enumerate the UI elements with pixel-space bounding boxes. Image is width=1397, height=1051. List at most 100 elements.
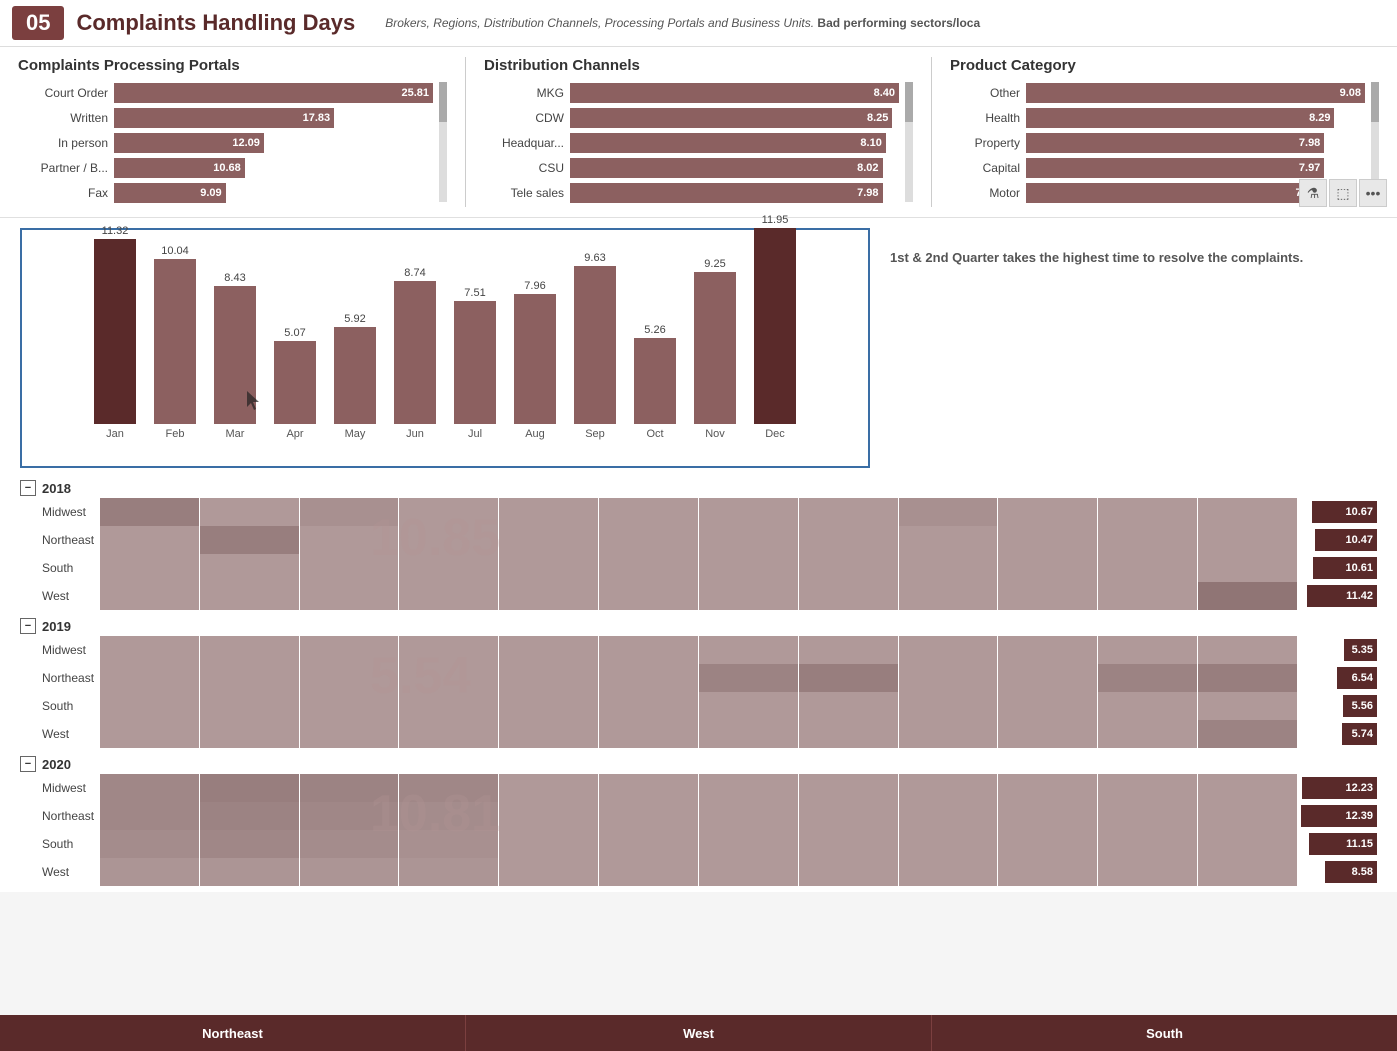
heat-cell[interactable] <box>699 830 798 858</box>
heat-cell[interactable] <box>200 664 299 692</box>
heat-cell[interactable] <box>300 582 399 610</box>
heat-cell[interactable] <box>100 830 199 858</box>
bar-column[interactable]: 10.04Feb <box>154 245 196 440</box>
heat-cell[interactable] <box>799 774 898 802</box>
heat-cell[interactable] <box>300 858 399 886</box>
heat-cell[interactable] <box>1098 858 1197 886</box>
heat-cell[interactable] <box>599 582 698 610</box>
heat-cell[interactable] <box>1198 526 1297 554</box>
heat-cell[interactable] <box>399 582 498 610</box>
heat-cell[interactable] <box>799 830 898 858</box>
heat-cell[interactable] <box>300 554 399 582</box>
heat-cell[interactable] <box>300 664 399 692</box>
heat-cell[interactable] <box>200 582 299 610</box>
bar-column[interactable]: 5.07Apr <box>274 327 316 440</box>
heat-cell[interactable] <box>699 526 798 554</box>
heat-cell[interactable] <box>100 526 199 554</box>
heat-cell[interactable] <box>599 774 698 802</box>
heat-cell[interactable] <box>599 554 698 582</box>
heat-cell[interactable] <box>998 692 1097 720</box>
heat-cell[interactable] <box>699 858 798 886</box>
heat-cell[interactable] <box>799 636 898 664</box>
heat-cell[interactable] <box>599 664 698 692</box>
heat-cell[interactable] <box>1198 830 1297 858</box>
heat-cell[interactable] <box>1198 582 1297 610</box>
heat-cell[interactable] <box>1198 664 1297 692</box>
heat-cell[interactable] <box>699 636 798 664</box>
export-button[interactable]: ⬚ <box>1329 179 1357 207</box>
bar-column[interactable]: 5.26Oct <box>634 324 676 440</box>
bar-column[interactable]: 11.95Dec <box>754 214 796 440</box>
heat-cell[interactable] <box>499 830 598 858</box>
heat-cell[interactable] <box>899 720 998 748</box>
heat-cell[interactable] <box>499 692 598 720</box>
heat-cell[interactable] <box>998 802 1097 830</box>
heat-cell[interactable] <box>399 774 498 802</box>
heat-cell[interactable] <box>499 858 598 886</box>
heat-cell[interactable] <box>799 692 898 720</box>
heat-cell[interactable] <box>300 498 399 526</box>
heat-cell[interactable] <box>699 554 798 582</box>
heat-cell[interactable] <box>200 554 299 582</box>
heat-cell[interactable] <box>200 692 299 720</box>
heat-cell[interactable] <box>899 636 998 664</box>
heat-cell[interactable] <box>300 830 399 858</box>
heat-cell[interactable] <box>200 526 299 554</box>
heat-cell[interactable] <box>699 802 798 830</box>
distribution-scrollbar[interactable] <box>905 82 913 202</box>
heat-cell[interactable] <box>1098 582 1197 610</box>
heat-cell[interactable] <box>200 774 299 802</box>
heat-cell[interactable] <box>899 526 998 554</box>
heat-cell[interactable] <box>100 664 199 692</box>
heat-cell[interactable] <box>300 774 399 802</box>
heat-cell[interactable] <box>399 526 498 554</box>
heat-cell[interactable] <box>1198 858 1297 886</box>
heat-cell[interactable] <box>1198 692 1297 720</box>
heat-cell[interactable] <box>1198 498 1297 526</box>
heat-cell[interactable] <box>599 526 698 554</box>
heat-cell[interactable] <box>799 554 898 582</box>
heat-cell[interactable] <box>300 720 399 748</box>
heat-cell[interactable] <box>399 830 498 858</box>
heat-cell[interactable] <box>1098 830 1197 858</box>
heat-cell[interactable] <box>998 720 1097 748</box>
heat-cell[interactable] <box>100 554 199 582</box>
heat-cell[interactable] <box>1098 720 1197 748</box>
heat-cell[interactable] <box>499 554 598 582</box>
heat-cell[interactable] <box>699 498 798 526</box>
heat-cell[interactable] <box>699 720 798 748</box>
heat-cell[interactable] <box>499 636 598 664</box>
heat-cell[interactable] <box>200 636 299 664</box>
heat-cell[interactable] <box>1198 554 1297 582</box>
bar-column[interactable]: 8.74Jun <box>394 267 436 440</box>
heat-cell[interactable] <box>100 858 199 886</box>
heat-cell[interactable] <box>599 498 698 526</box>
heat-cell[interactable] <box>1098 692 1197 720</box>
heat-cell[interactable] <box>1098 498 1197 526</box>
heat-cell[interactable] <box>599 858 698 886</box>
heat-cell[interactable] <box>1098 774 1197 802</box>
heat-cell[interactable] <box>399 498 498 526</box>
heat-cell[interactable] <box>200 830 299 858</box>
heat-cell[interactable] <box>300 802 399 830</box>
heat-cell[interactable] <box>399 636 498 664</box>
heat-cell[interactable] <box>499 498 598 526</box>
heat-cell[interactable] <box>1098 636 1197 664</box>
heat-cell[interactable] <box>1098 664 1197 692</box>
bottom-tab-west[interactable]: West <box>466 1015 932 1051</box>
complaints-scrollbar[interactable] <box>439 82 447 202</box>
heat-cell[interactable] <box>799 858 898 886</box>
heat-cell[interactable] <box>399 858 498 886</box>
heat-cell[interactable] <box>998 830 1097 858</box>
heat-cell[interactable] <box>200 720 299 748</box>
heat-cell[interactable] <box>1098 802 1197 830</box>
heat-cell[interactable] <box>100 582 199 610</box>
heat-cell[interactable] <box>100 636 199 664</box>
bar-column[interactable]: 11.32Jan <box>94 225 136 440</box>
heat-cell[interactable] <box>998 498 1097 526</box>
filter-button[interactable]: ⚗ <box>1299 179 1327 207</box>
heat-cell[interactable] <box>100 692 199 720</box>
heat-cell[interactable] <box>499 720 598 748</box>
heat-cell[interactable] <box>599 720 698 748</box>
heat-cell[interactable] <box>499 582 598 610</box>
